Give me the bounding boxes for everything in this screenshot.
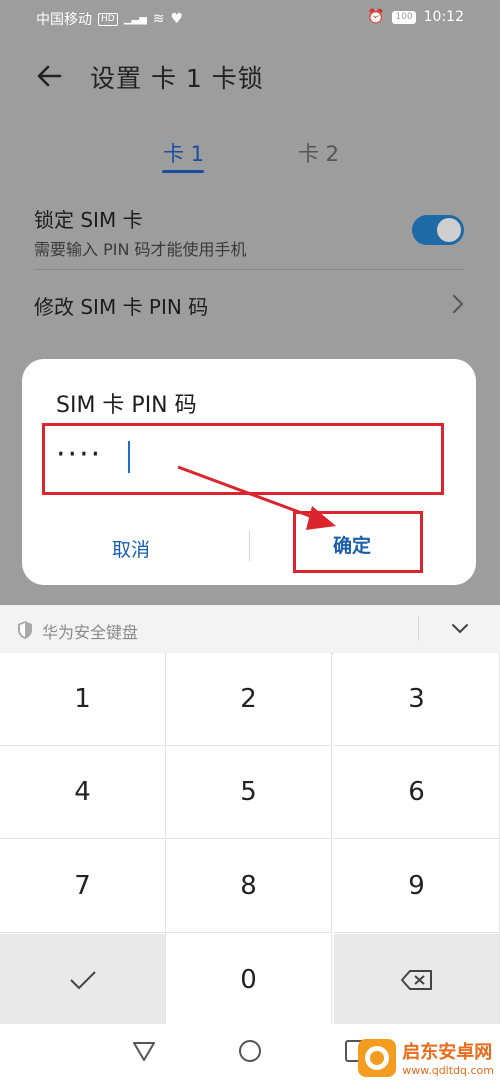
toggle-knob [437,218,461,242]
header: 设置 卡 1 卡锁 [0,48,500,104]
watermark-title: 启东安卓网 [402,1042,493,1063]
text-caret [128,441,130,473]
confirm-button-label: 确定 [333,535,372,557]
heart-icon: ♥ [170,11,184,27]
cancel-button[interactable]: 取消 [112,535,150,562]
dimmed-settings-screen: 中国移动 HD ▁▃▅ ≋ ♥ ⏰ 100 10:12 设置 卡 1 卡锁 卡 … [0,0,500,605]
backspace-icon [400,970,432,990]
chevron-right-icon [453,295,464,313]
change-pin-item[interactable]: 修改 SIM 卡 PIN 码 [34,291,208,320]
page-title: 设置 卡 1 卡锁 [90,64,264,93]
key-0[interactable]: 0 [166,934,332,1027]
navigation-bar: 启东安卓网 www.qdltdq.com [0,1024,500,1083]
lock-sim-title: 锁定 SIM 卡 [34,208,143,232]
watermark: 启东安卓网 www.qdltdq.com [358,1038,494,1077]
chevron-down-icon[interactable] [450,622,470,636]
key-2[interactable]: 2 [166,653,332,746]
shield-icon [18,621,32,639]
pin-input-value: ···· [56,437,103,472]
backspace-key[interactable] [334,934,500,1027]
keyboard-title: 华为安全键盘 [42,623,139,642]
home-circle-icon[interactable] [237,1038,263,1064]
dialog-title: SIM 卡 PIN 码 [56,393,197,418]
tab-indicator [162,170,204,173]
back-triangle-icon[interactable] [131,1038,157,1064]
tab-card-2[interactable]: 卡 2 [298,138,339,168]
separator [418,617,419,641]
lock-sim-subtitle: 需要输入 PIN 码才能使用手机 [34,240,247,259]
button-divider [249,531,250,561]
key-3[interactable]: 3 [334,653,500,746]
watermark-logo-icon [358,1038,397,1077]
key-1[interactable]: 1 [0,653,166,746]
pin-dialog: SIM 卡 PIN 码 ···· 取消 确定 [22,359,476,585]
keyboard-header: 华为安全键盘 [0,605,500,654]
hd-badge: HD [98,12,118,26]
key-5[interactable]: 5 [166,746,332,839]
highlight-box [42,423,444,495]
confirm-button[interactable]: 确定 [293,511,423,573]
watermark-url: www.qdltdq.com [402,1064,494,1077]
key-9[interactable]: 9 [334,840,500,933]
time-label: 10:12 [423,9,464,25]
key-7[interactable]: 7 [0,840,166,933]
carrier-label: 中国移动 [36,12,92,28]
key-6[interactable]: 6 [334,746,500,839]
pin-input-field[interactable]: ···· [42,423,444,495]
battery-badge: 100 [392,10,416,24]
confirm-key[interactable] [0,934,166,1027]
lock-sim-toggle[interactable] [412,215,464,245]
checkmark-icon [69,971,96,990]
key-8[interactable]: 8 [166,840,332,933]
key-4[interactable]: 4 [0,746,166,839]
status-bar: 中国移动 HD ▁▃▅ ≋ ♥ ⏰ 100 10:12 [0,0,500,36]
signal-icon: ▁▃▅ [123,13,147,25]
secure-keyboard: 华为安全键盘 1 2 3 4 5 6 7 8 9 0 [0,605,500,1083]
back-arrow-icon[interactable] [34,60,66,92]
tab-card-1[interactable]: 卡 1 [163,138,204,168]
alarm-icon: ⏰ [367,9,385,25]
divider [34,269,464,270]
wifi-icon: ≋ [152,11,165,27]
